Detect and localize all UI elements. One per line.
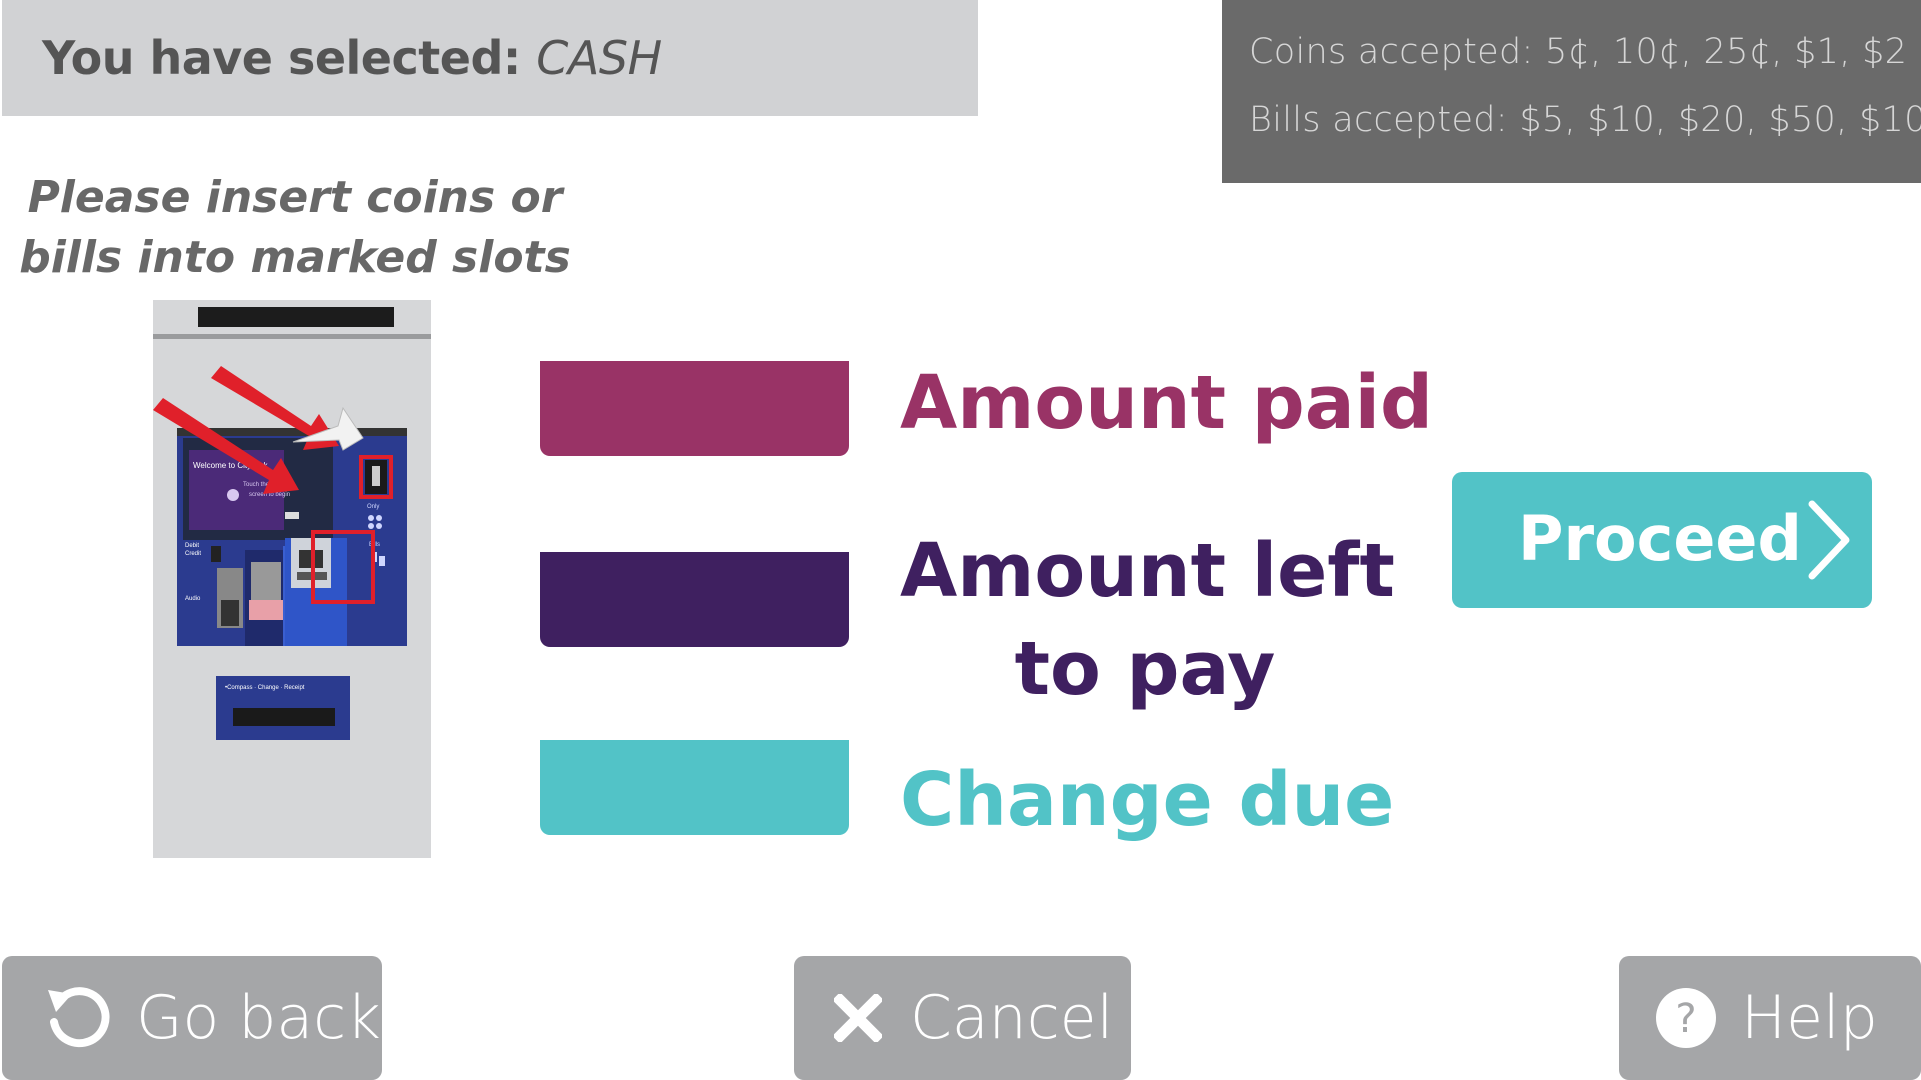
go-back-label: Go back (136, 983, 381, 1053)
accepted-denominations-panel: Coins accepted: 5¢, 10¢, 25¢, $1, $2 Bil… (1222, 0, 1921, 183)
svg-text:?: ? (1675, 996, 1696, 1042)
kiosk-screen-touch: Touch the (243, 482, 270, 488)
proceed-button-label: Proceed (1518, 502, 1802, 575)
proceed-button[interactable]: Proceed (1452, 472, 1872, 608)
kiosk-coins-only-label: Only (367, 504, 379, 510)
amount-left-line-2: to pay (1014, 626, 1276, 712)
amount-paid-label: Amount paid (900, 360, 1433, 446)
kiosk-credit-label: Credit (185, 551, 201, 557)
selected-payment-banner: You have selected: CASH (2, 0, 978, 116)
go-back-button[interactable]: Go back (2, 956, 382, 1080)
change-due-label: Change due (900, 757, 1395, 843)
question-circle-icon: ? (1656, 988, 1716, 1048)
cancel-button[interactable]: Cancel (794, 956, 1131, 1080)
change-due-bar (540, 740, 849, 835)
kiosk-audio-label: Audio (185, 596, 201, 602)
selected-payment-text: You have selected: CASH (42, 31, 662, 85)
kiosk-debit-label: Debit (185, 543, 199, 549)
amount-paid-bar (540, 361, 849, 456)
amount-left-line-1: Amount left (900, 528, 1395, 614)
chevron-right-icon (1808, 500, 1850, 580)
selected-method: CASH (536, 31, 662, 85)
help-label: Help (1741, 983, 1878, 1053)
coins-accepted-text: Coins accepted: 5¢, 10¢, 25¢, $1, $2 (1249, 32, 1908, 72)
x-icon (834, 994, 882, 1042)
amount-left-bar (540, 552, 849, 647)
help-button[interactable]: ? Help (1619, 956, 1921, 1080)
bills-accepted-text: Bills accepted: $5, $10, $20, $50, $100 (1249, 100, 1921, 140)
instruction-line-1: Please insert coins or (27, 172, 563, 223)
amount-left-label: Amount left to pay (900, 522, 1395, 718)
cancel-label: Cancel (910, 983, 1114, 1053)
refresh-arrow-icon (48, 987, 110, 1048)
kiosk-dispense-label: •Compass · Change · Receipt (225, 685, 305, 691)
pay-station-illustration: Welcome to CityPark Touch the screen to … (153, 300, 431, 858)
instruction-line-2: bills into marked slots (19, 232, 571, 283)
insert-instruction: Please insert coins or bills into marked… (0, 168, 590, 288)
selected-prefix: You have selected: (42, 31, 521, 85)
